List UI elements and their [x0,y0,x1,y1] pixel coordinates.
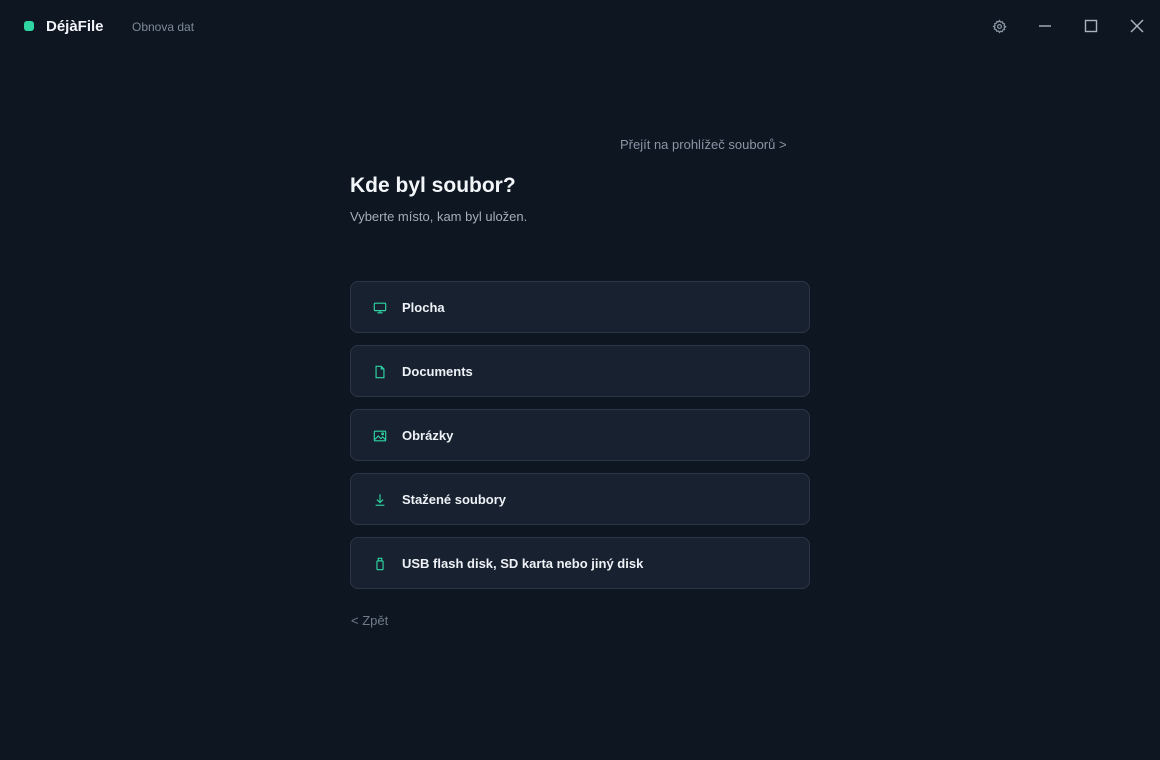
download-icon [372,492,388,508]
file-browser-link[interactable]: Přejít na prohlížeč souborů > [620,137,787,152]
title-bar: DéjàFile Obnova dat [0,0,1160,54]
option-label: USB flash disk, SD karta nebo jiný disk [402,556,644,571]
app-name: DéjàFile [46,18,104,35]
location-options: Plocha Documents Obrázky Stažené soubory… [350,281,810,601]
gear-icon [991,18,1007,33]
minimize-icon [1039,25,1051,27]
option-pictures[interactable]: Obrázky [350,409,810,461]
maximize-button[interactable] [1079,14,1103,38]
app-logo-icon [24,21,34,31]
option-desktop[interactable]: Plocha [350,281,810,333]
usb-drive-icon [372,556,388,572]
monitor-icon [372,300,388,316]
image-icon [372,428,388,444]
option-label: Documents [402,364,473,379]
option-label: Obrázky [402,428,454,443]
close-button[interactable] [1125,14,1149,38]
maximize-icon [1084,19,1098,33]
back-link[interactable]: < Zpět [351,613,388,628]
close-icon [1130,19,1144,33]
option-label: Stažené soubory [402,492,507,507]
option-external-drive[interactable]: USB flash disk, SD karta nebo jiný disk [350,537,810,589]
option-label: Plocha [402,300,445,315]
option-documents[interactable]: Documents [350,345,810,397]
settings-button[interactable] [987,14,1011,38]
page-title: Kde byl soubor? [350,174,516,197]
option-downloads[interactable]: Stažené soubory [350,473,810,525]
document-icon [372,364,388,380]
minimize-button[interactable] [1033,14,1057,38]
page-subtitle: Vyberte místo, kam byl uložen. [350,209,528,224]
app-subtitle: Obnova dat [132,20,195,34]
